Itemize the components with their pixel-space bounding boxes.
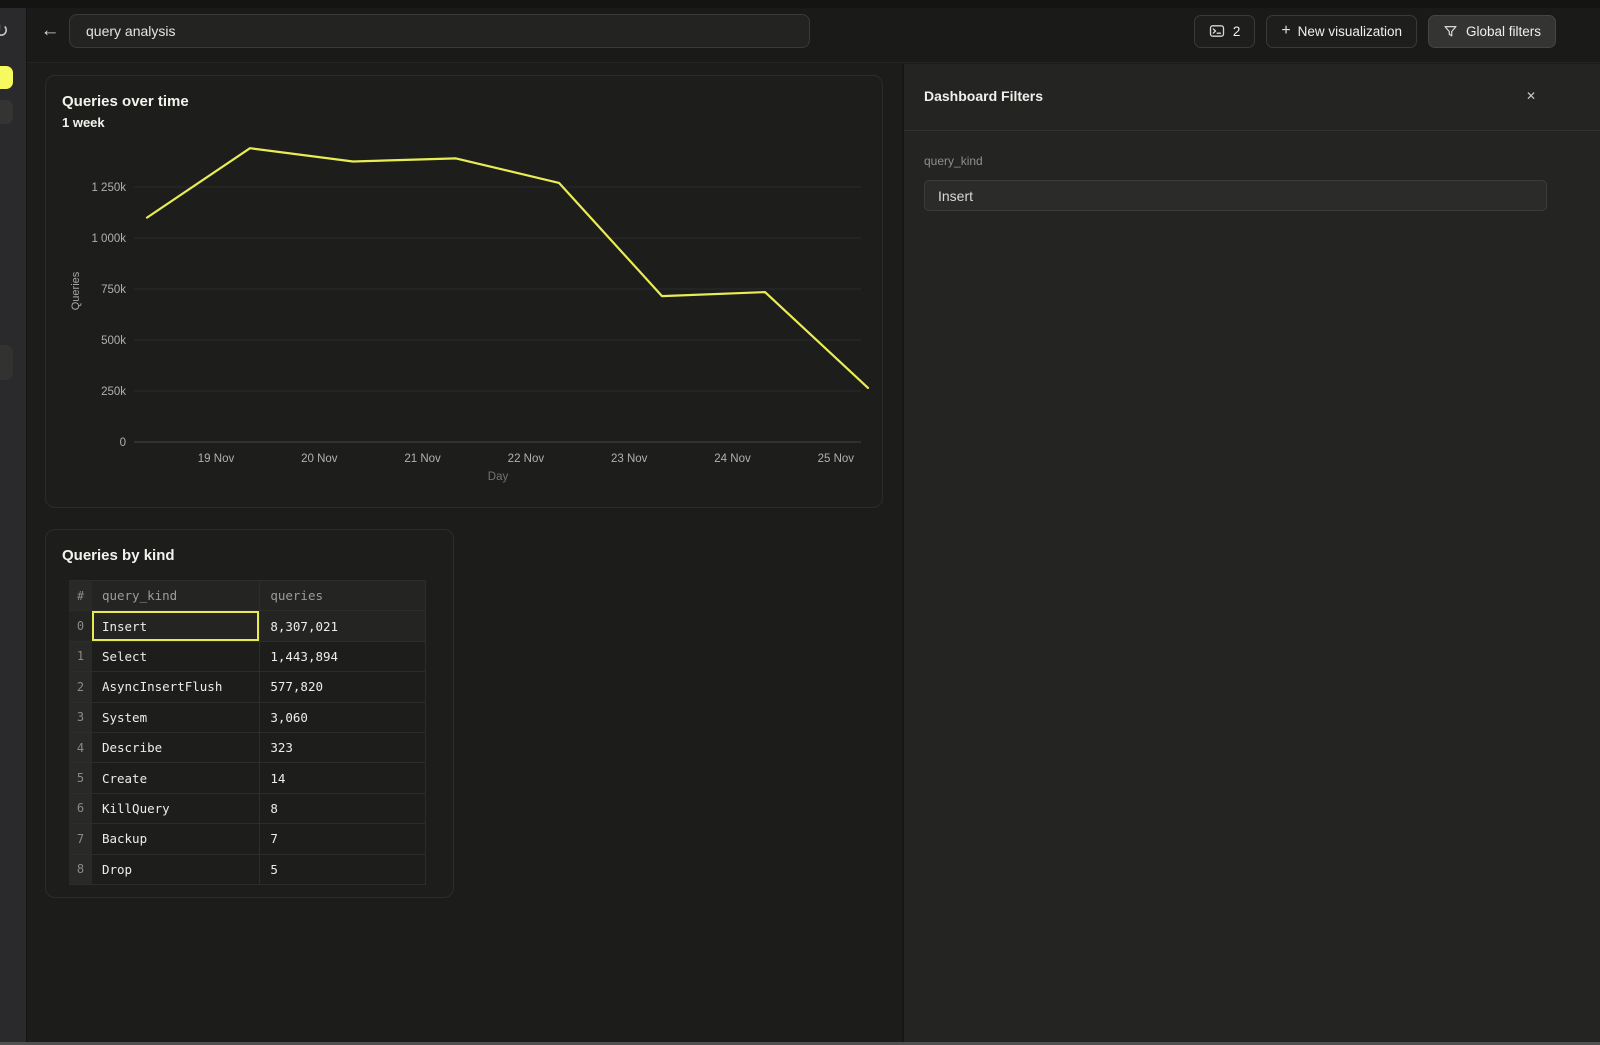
query-kind-cell[interactable]: Describe	[92, 732, 260, 762]
table-row[interactable]: 0Insert8,307,021	[69, 611, 426, 641]
queries-value-cell[interactable]: 8,307,021	[260, 611, 426, 641]
svg-text:24 Nov: 24 Nov	[714, 453, 751, 465]
svg-text:Queries: Queries	[70, 271, 82, 310]
column-header-query-kind[interactable]: query_kind	[92, 581, 260, 611]
svg-text:19 Nov: 19 Nov	[198, 453, 235, 465]
sidebar-item-swatch[interactable]	[0, 345, 13, 380]
dashboard-canvas: Queries over time 1 week 0 250k 500k 750k 1 …	[27, 64, 902, 1045]
close-icon[interactable]: ✕	[1526, 89, 1536, 103]
window-top-edge	[0, 0, 1600, 8]
table-row[interactable]: 7Backup7	[69, 824, 426, 854]
svg-text:25 Nov: 25 Nov	[818, 453, 855, 465]
row-index-cell: 8	[69, 854, 92, 884]
svg-text:0: 0	[120, 437, 126, 449]
filters-panel-title: Dashboard Filters	[924, 88, 1043, 104]
row-index-cell: 1	[69, 641, 92, 671]
funnel-icon	[1443, 24, 1458, 39]
svg-text:22 Nov: 22 Nov	[508, 453, 545, 465]
queries-value-cell[interactable]: 14	[260, 763, 426, 793]
svg-text:1 250k: 1 250k	[91, 182, 126, 194]
queries-by-kind-table: # query_kind queries 0Insert8,307,0211Se…	[69, 580, 426, 885]
app-root: ↻ ← 2 + New visualization	[0, 0, 1600, 1045]
filter-field-label: query_kind	[924, 154, 983, 168]
query-kind-cell[interactable]: Insert	[92, 611, 260, 641]
chart-card-header: Queries over time 1 week	[46, 76, 882, 130]
new-visualization-label: New visualization	[1298, 24, 1402, 39]
console-count: 2	[1233, 24, 1241, 39]
query-kind-cell[interactable]: Drop	[92, 854, 260, 884]
row-index-cell: 5	[69, 763, 92, 793]
svg-text:250k: 250k	[101, 386, 126, 398]
table-row[interactable]: 1Select1,443,894	[69, 641, 426, 671]
row-index-cell: 0	[69, 611, 92, 641]
table-header-row: # query_kind queries	[69, 581, 426, 611]
table-row[interactable]: 5Create14	[69, 763, 426, 793]
queries-value-cell[interactable]: 323	[260, 732, 426, 762]
table-card-queries-by-kind[interactable]: Queries by kind # query_kind queries 0In…	[45, 529, 454, 898]
query-kind-cell[interactable]: Create	[92, 763, 260, 793]
queries-value-cell[interactable]: 3,060	[260, 702, 426, 732]
svg-text:1 000k: 1 000k	[91, 233, 126, 245]
row-index-cell: 7	[69, 824, 92, 854]
row-index-cell: 2	[69, 672, 92, 702]
table-row[interactable]: 4Describe323	[69, 732, 426, 762]
line-chart: 0 250k 500k 750k 1 000k 1 250k 19 Nov 20 Nov 21 …	[46, 141, 884, 496]
table-row[interactable]: 3System3,060	[69, 702, 426, 732]
query-kind-filter-input[interactable]	[924, 180, 1547, 211]
column-header-index: #	[69, 581, 92, 611]
table-title: Queries by kind	[62, 547, 437, 564]
svg-text:21 Nov: 21 Nov	[404, 453, 441, 465]
sidebar-item-swatch[interactable]	[0, 100, 13, 124]
chart-subtitle: 1 week	[62, 115, 866, 130]
query-kind-cell[interactable]: KillQuery	[92, 793, 260, 823]
row-index-cell: 3	[69, 702, 92, 732]
row-index-cell: 6	[69, 793, 92, 823]
plus-icon: +	[1281, 23, 1290, 39]
new-visualization-button[interactable]: + New visualization	[1266, 15, 1417, 48]
console-count-button[interactable]: 2	[1194, 15, 1256, 48]
row-index-cell: 4	[69, 732, 92, 762]
filters-panel-divider	[904, 130, 1600, 131]
chart-card-queries-over-time[interactable]: Queries over time 1 week 0 250k 500k 750k 1 …	[45, 75, 883, 508]
table-row[interactable]: 6KillQuery8	[69, 793, 426, 823]
query-kind-cell[interactable]: System	[92, 702, 260, 732]
table-card-header: Queries by kind	[46, 530, 453, 564]
query-kind-cell[interactable]: Select	[92, 641, 260, 671]
history-icon[interactable]: ↻	[0, 20, 9, 42]
queries-value-cell[interactable]: 8	[260, 793, 426, 823]
queries-value-cell[interactable]: 577,820	[260, 672, 426, 702]
table-row[interactable]: 2AsyncInsertFlush577,820	[69, 672, 426, 702]
svg-text:750k: 750k	[101, 284, 126, 296]
queries-value-cell[interactable]: 1,443,894	[260, 641, 426, 671]
global-filters-button[interactable]: Global filters	[1428, 15, 1556, 48]
chart-title: Queries over time	[62, 93, 866, 110]
left-sidebar-rail: ↻	[0, 0, 27, 1045]
top-bar-actions: 2 + New visualization Global filters	[1194, 15, 1556, 48]
svg-text:20 Nov: 20 Nov	[301, 453, 338, 465]
queries-value-cell[interactable]: 5	[260, 854, 426, 884]
sidebar-item-active-swatch[interactable]	[0, 66, 13, 89]
filters-panel-header: Dashboard Filters ✕	[904, 64, 1600, 104]
back-button[interactable]: ←	[35, 16, 65, 46]
query-kind-cell[interactable]: Backup	[92, 824, 260, 854]
svg-text:Day: Day	[488, 471, 509, 483]
queries-value-cell[interactable]: 7	[260, 824, 426, 854]
svg-text:23 Nov: 23 Nov	[611, 453, 648, 465]
dashboard-filters-panel: Dashboard Filters ✕ query_kind	[902, 64, 1600, 1045]
global-filters-label: Global filters	[1466, 24, 1541, 39]
top-bar: ← 2 + New visualization	[27, 0, 1600, 63]
column-header-queries[interactable]: queries	[260, 581, 426, 611]
dashboard-title-input[interactable]	[69, 14, 810, 48]
svg-text:500k: 500k	[101, 335, 126, 347]
table-row[interactable]: 8Drop5	[69, 854, 426, 884]
console-icon	[1209, 23, 1225, 39]
query-kind-cell[interactable]: AsyncInsertFlush	[92, 672, 260, 702]
